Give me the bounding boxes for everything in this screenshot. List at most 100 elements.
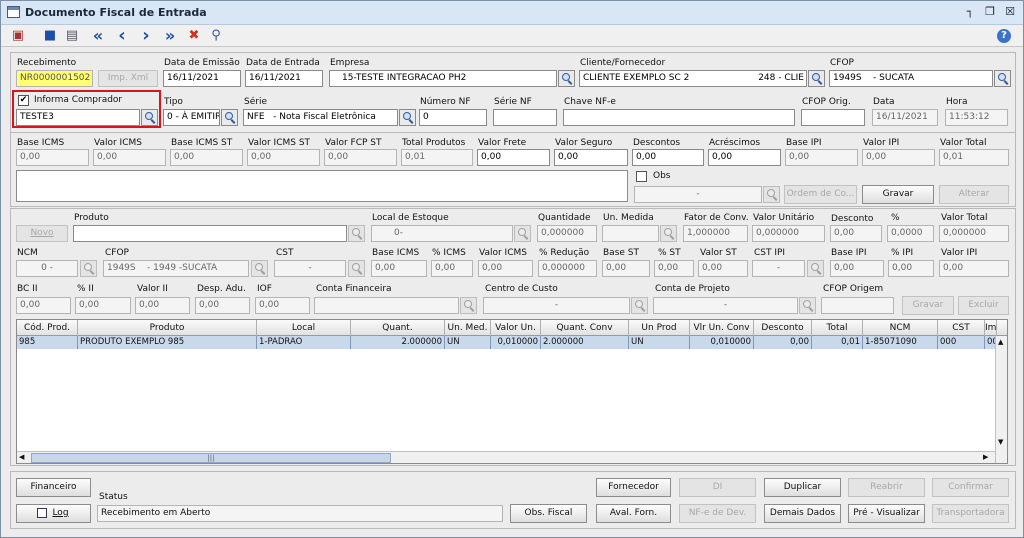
desconto-field[interactable]: 0,00: [830, 225, 882, 242]
conta-financeira-search-icon[interactable]: [460, 297, 477, 314]
restore-icon[interactable]: ❐: [983, 5, 997, 19]
valor-unitario-field[interactable]: 0,000000: [752, 225, 825, 242]
serie-nf-field[interactable]: [493, 109, 557, 126]
conta-financeira-field[interactable]: [314, 297, 459, 314]
base-st-field[interactable]: 0,00: [602, 260, 650, 277]
obs-checkbox[interactable]: [636, 171, 647, 182]
scroll-left-icon[interactable]: ◀: [19, 453, 24, 461]
horizontal-scrollbar[interactable]: ◀ ||| ▶: [17, 451, 995, 463]
ncm-search-icon[interactable]: [80, 260, 97, 277]
fator-conv-field[interactable]: 1,000000: [683, 225, 748, 242]
previous-record-icon[interactable]: ‹: [113, 27, 131, 45]
column-header[interactable]: Local: [257, 320, 351, 336]
cst-ipi-field[interactable]: -: [752, 260, 805, 277]
observacao-textarea[interactable]: [16, 170, 628, 202]
valor-ii-field[interactable]: 0,00: [135, 297, 190, 314]
total-field-0[interactable]: 0,00: [16, 149, 89, 166]
duplicar-button[interactable]: Duplicar: [764, 478, 841, 497]
produto-search-icon[interactable]: [348, 225, 365, 242]
document-icon[interactable]: ▤: [63, 27, 81, 45]
pct-reducao-field[interactable]: 0,000000: [538, 260, 597, 277]
column-header[interactable]: Quant. Conv: [541, 320, 629, 336]
novo-button[interactable]: Novo: [16, 225, 68, 242]
base-ipi-item-field[interactable]: 0,00: [830, 260, 884, 277]
delete-icon[interactable]: ✖: [185, 27, 203, 45]
serie-search-icon[interactable]: [399, 109, 416, 126]
total-field-11[interactable]: 0,00: [862, 149, 935, 166]
total-field-6[interactable]: 0,00: [477, 149, 550, 166]
pct-icms-field[interactable]: 0,00: [431, 260, 473, 277]
column-header[interactable]: Total: [812, 320, 863, 336]
gravar-item-button[interactable]: Gravar: [902, 296, 954, 315]
scroll-right-icon[interactable]: ▶: [983, 453, 988, 461]
total-field-7[interactable]: 0,00: [554, 149, 628, 166]
column-header[interactable]: Desconto: [754, 320, 812, 336]
column-header[interactable]: Vlr Un. Conv: [690, 320, 754, 336]
ncm-field[interactable]: 0 -: [16, 260, 78, 277]
cfop-item-field[interactable]: 1949S - 1949 -SUCATA: [103, 260, 249, 277]
total-field-8[interactable]: 0,00: [632, 149, 704, 166]
total-field-2[interactable]: 0,00: [170, 149, 243, 166]
total-field-9[interactable]: 0,00: [708, 149, 781, 166]
last-record-icon[interactable]: »: [161, 27, 179, 45]
nfe-devolucao-button[interactable]: NF-e de Dev.: [679, 504, 756, 523]
di-button[interactable]: DI: [679, 478, 756, 497]
table-row[interactable]: 985 PRODUTO EXEMPLO 985 1-PADRAO 2.000000 UN…: [17, 336, 997, 349]
column-header[interactable]: Produto: [78, 320, 257, 336]
column-header[interactable]: Valor Un.: [491, 320, 541, 336]
pct-ii-field[interactable]: 0,00: [75, 297, 131, 314]
total-field-12[interactable]: 0,01: [939, 149, 1009, 166]
bc-ii-field[interactable]: 0,00: [16, 297, 71, 314]
transportadora-button[interactable]: Transportadora: [932, 504, 1009, 523]
demais-dados-button[interactable]: Demais Dados: [764, 504, 841, 523]
scroll-up-icon[interactable]: ▲: [998, 338, 1003, 346]
conta-projeto-field[interactable]: -: [653, 297, 798, 314]
centro-custo-search-icon[interactable]: [631, 297, 648, 314]
tipo-search-icon[interactable]: [221, 109, 238, 126]
financeiro-button[interactable]: Financeiro: [16, 478, 91, 497]
excluir-item-button[interactable]: Excluir: [958, 296, 1009, 315]
column-header[interactable]: NCM: [863, 320, 938, 336]
alterar-button[interactable]: Alterar: [939, 185, 1009, 204]
base-icms-item-field[interactable]: 0,00: [371, 260, 427, 277]
column-header[interactable]: Cód. Prod.: [17, 320, 78, 336]
iof-field[interactable]: 0,00: [255, 297, 310, 314]
column-header[interactable]: Quant.: [351, 320, 445, 336]
column-header[interactable]: Un. Med.: [445, 320, 491, 336]
desp-adu-field[interactable]: 0,00: [195, 297, 250, 314]
ordem-compra-button[interactable]: Ordem de Co...: [784, 185, 857, 204]
fornecedor-button[interactable]: Fornecedor: [596, 478, 671, 497]
scroll-down-icon[interactable]: ▼: [998, 438, 1003, 446]
total-field-1[interactable]: 0,00: [93, 149, 166, 166]
cst-search-icon[interactable]: [348, 260, 365, 277]
first-record-icon[interactable]: «: [89, 27, 107, 45]
data-entrada-field[interactable]: 16/11/2021: [245, 70, 323, 87]
recebimento-field[interactable]: NR0000001502: [16, 70, 93, 87]
chave-nfe-field[interactable]: [563, 109, 795, 126]
obs-fiscal-button[interactable]: Obs. Fiscal: [510, 504, 587, 523]
cliente-fornecedor-field[interactable]: CLIENTE EXEMPLO SC 2 248 - CLIE: [579, 70, 807, 87]
valor-st-field[interactable]: 0,00: [698, 260, 748, 277]
valor-total-item-field[interactable]: 0,000000: [939, 225, 1009, 242]
obs-combo[interactable]: -: [634, 186, 762, 203]
new-record-icon[interactable]: ▣: [9, 27, 27, 45]
total-field-10[interactable]: 0,00: [785, 149, 858, 166]
total-field-3[interactable]: 0,00: [247, 149, 320, 166]
save-icon[interactable]: ■: [41, 27, 59, 45]
empresa-search-icon[interactable]: [558, 70, 575, 87]
un-medida-search-icon[interactable]: [660, 225, 677, 242]
cliente-search-icon[interactable]: [808, 70, 825, 87]
import-xml-button[interactable]: Imp. Xml: [98, 70, 158, 87]
cfop-search-icon[interactable]: [994, 70, 1011, 87]
close-icon[interactable]: ☒: [1003, 5, 1017, 19]
reabrir-button[interactable]: Reabrir: [848, 478, 925, 497]
percent-desconto-field[interactable]: 0,0000: [887, 225, 934, 242]
valor-ipi-item-field[interactable]: 0,00: [939, 260, 1009, 277]
cst-ipi-search-icon[interactable]: [807, 260, 824, 277]
total-field-4[interactable]: 0,00: [324, 149, 397, 166]
confirmar-button[interactable]: Confirmar: [932, 478, 1009, 497]
local-search-icon[interactable]: [514, 225, 531, 242]
empresa-field[interactable]: 15-TESTE INTEGRACAO PH2: [329, 70, 557, 87]
vertical-scrollbar[interactable]: ▲ ▼: [995, 336, 1007, 463]
column-header[interactable]: CST: [938, 320, 985, 336]
